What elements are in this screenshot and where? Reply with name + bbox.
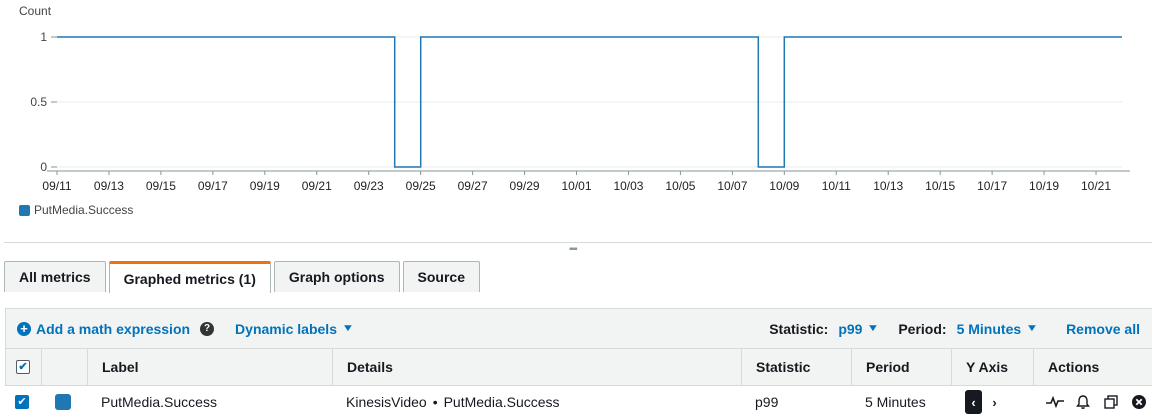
period-value: 5 Minutes [956,320,1022,337]
chevron-down-icon: ▼ [341,323,355,334]
x-tick-label: 10/13 [873,179,903,193]
period-dropdown[interactable]: 5 Minutes ▼ [956,320,1039,337]
x-tick-label: 10/21 [1081,179,1111,193]
dynamic-labels-dropdown[interactable]: Dynamic labels ▼ [235,320,355,337]
metric-chart: Count 1 0.5 0 09/11 09/13 09/15 09/17 09/19 09/2… [0,0,1152,230]
x-tick-label: 09/21 [302,179,332,193]
details-metric: PutMedia.Success [443,394,560,410]
select-all-checkbox[interactable]: ✔ [16,360,30,374]
x-tick-label: 10/17 [977,179,1007,193]
details-namespace: KinesisVideo [346,394,427,410]
x-tick-label: 09/19 [250,179,280,193]
row-actions [1033,386,1152,418]
panel-splitter[interactable] [4,242,1152,243]
select-all-cell: ✔ [5,349,41,385]
label-header: Label [87,349,332,385]
x-tick-label: 09/17 [198,179,228,193]
row-check-cell: ✔ [5,386,41,418]
x-tick-label: 10/11 [822,179,851,193]
row-color-cell [41,386,87,418]
add-math-expression-button[interactable]: + Add a math expression [17,321,190,337]
metrics-toolbar: + Add a math expression ? Dynamic labels… [5,308,1152,348]
graph-metric-icon[interactable] [1045,393,1065,411]
x-tick-label: 09/27 [458,179,488,193]
x-tick-label: 09/13 [94,179,124,193]
period-label: Period: [898,320,947,337]
row-statistic[interactable]: p99 [741,386,851,418]
chart-legend[interactable]: PutMedia.Success [19,203,133,217]
x-tick-label: 10/19 [1029,179,1059,193]
row-checkbox[interactable]: ✔ [15,395,29,409]
y-tick-label: 0.5 [30,95,47,109]
copy-icon[interactable] [1101,393,1121,411]
x-tick-label: 10/15 [925,179,955,193]
metrics-tabs: All metrics Graphed metrics (1) Graph op… [4,261,1152,293]
tab-source[interactable]: Source [402,261,480,292]
series-color-swatch[interactable] [55,394,71,410]
statistic-header: Statistic [741,349,851,385]
x-tick-label: 10/05 [665,179,695,193]
y-axis-header: Y Axis [951,349,1033,385]
plus-circle-icon: + [17,321,31,336]
remove-icon[interactable] [1129,393,1149,411]
legend-color-swatch [19,204,30,216]
statistic-label: Statistic: [769,320,829,337]
tab-graphed-metrics[interactable]: Graphed metrics (1) [108,261,271,293]
chevron-down-icon: ▼ [1025,323,1039,334]
y-tick-label: 1 [40,30,47,44]
period-header: Period [851,349,951,385]
x-tick-label: 09/15 [146,179,176,193]
table-header: ✔ Label Details Statistic Period Y Axis … [5,348,1152,386]
y-tick-label: 0 [40,160,47,174]
dynamic-labels-label: Dynamic labels [235,320,337,337]
x-tick-label: 10/03 [613,179,643,193]
tab-graph-options[interactable]: Graph options [273,261,400,292]
statistic-dropdown[interactable]: p99 ▼ [838,320,880,337]
chevron-right-icon[interactable]: › [986,390,1003,414]
drag-handle-icon[interactable]: ▪▪▪ [569,245,578,255]
chart-plot: 1 0.5 0 09/11 09/13 09/15 09/17 09/19 09/21 09/23… [30,30,1130,193]
x-tick-label: 09/23 [354,179,384,193]
chevron-left-icon[interactable]: ‹ [965,390,982,414]
color-header [41,349,87,385]
actions-header: Actions [1033,349,1152,385]
add-expression-label: Add a math expression [36,320,191,337]
bell-icon[interactable] [1073,393,1093,411]
x-tick-label: 09/11 [42,179,71,193]
row-label[interactable]: PutMedia.Success [87,386,332,418]
row-period[interactable]: 5 Minutes [851,386,951,418]
x-tick-label: 10/09 [769,179,799,193]
statistic-value: p99 [838,320,863,337]
row-y-axis: ‹ › [951,386,1033,418]
x-tick-label: 09/29 [510,179,540,193]
chevron-down-icon: ▼ [866,323,880,334]
tab-all-metrics[interactable]: All metrics [4,261,106,292]
x-tick-label: 10/07 [717,179,747,193]
row-details: KinesisVideo • PutMedia.Success [332,386,741,418]
legend-label: PutMedia.Success [34,203,134,217]
help-icon[interactable]: ? [200,321,215,336]
x-tick-label: 10/01 [561,179,591,193]
x-tick-label: 09/25 [406,179,436,193]
details-separator: • [432,394,438,410]
table-row: ✔ PutMedia.Success KinesisVideo • PutMed… [5,386,1152,418]
remove-all-button[interactable]: Remove all [1066,321,1140,337]
details-header: Details [332,349,741,385]
